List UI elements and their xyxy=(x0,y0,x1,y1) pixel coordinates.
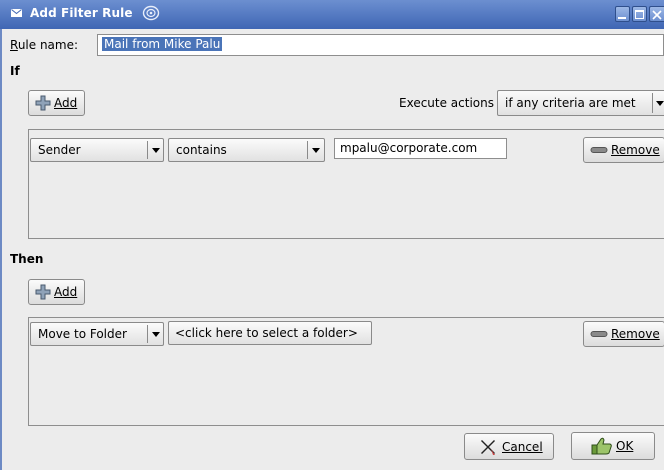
execute-actions-dropdown[interactable]: if any criteria are met xyxy=(497,90,664,116)
chevron-down-icon xyxy=(656,101,664,106)
criteria-value-field[interactable]: mpalu@corporate.com xyxy=(334,138,507,159)
close-icon xyxy=(652,10,662,20)
remove-action-button[interactable]: Remove xyxy=(583,321,664,347)
if-heading: If xyxy=(10,64,20,78)
rule-name-label-text: ule name: xyxy=(17,38,79,52)
add-action-button[interactable]: Add xyxy=(28,279,85,305)
add-icon xyxy=(35,95,51,111)
maximize-button[interactable] xyxy=(632,6,647,22)
cancel-button[interactable]: Cancel xyxy=(464,433,554,460)
minimize-icon xyxy=(618,17,626,19)
chevron-down-icon xyxy=(152,148,160,153)
execute-actions-label: Execute actions xyxy=(399,96,494,110)
dropdown-separator xyxy=(652,93,653,113)
mail-envelope-icon xyxy=(11,9,22,17)
add-criteria-button[interactable]: Add xyxy=(28,90,85,116)
action-type-value: Move to Folder xyxy=(38,327,127,341)
remove-criteria-button[interactable]: Remove xyxy=(583,137,664,163)
chevron-down-icon xyxy=(312,148,320,153)
add-criteria-label: Add xyxy=(54,96,78,110)
window-title: Add Filter Rule xyxy=(30,6,133,20)
close-button[interactable] xyxy=(649,6,664,22)
remove-criteria-label: Remove xyxy=(611,143,660,157)
rule-name-field[interactable]: Mail from Mike Palu xyxy=(97,34,664,56)
chevron-down-icon xyxy=(152,332,160,337)
dropdown-separator xyxy=(147,141,148,159)
minus-icon xyxy=(590,147,608,153)
cancel-x-icon xyxy=(481,439,495,455)
maximize-icon xyxy=(635,10,644,19)
action-type-dropdown[interactable]: Move to Folder xyxy=(30,322,164,346)
execute-actions-value: if any criteria are met xyxy=(505,96,636,110)
rule-name-mnemonic: R xyxy=(10,38,18,52)
select-folder-button[interactable]: <click here to select a folder> xyxy=(168,321,372,345)
add-icon xyxy=(35,284,51,300)
dropdown-separator xyxy=(307,141,308,159)
minus-icon xyxy=(590,331,608,337)
criteria-field-dropdown[interactable]: Sender xyxy=(30,138,164,162)
add-action-label: Add xyxy=(54,285,78,299)
ok-button[interactable]: OK xyxy=(571,432,655,460)
window-titlebar[interactable]: Add Filter Rule xyxy=(0,0,664,29)
window-border xyxy=(0,29,2,470)
criteria-operator-value: contains xyxy=(176,143,227,157)
rule-name-label: Rule name: xyxy=(10,38,78,52)
ok-label: OK xyxy=(616,439,634,453)
then-heading: Then xyxy=(10,252,44,266)
remove-action-label: Remove xyxy=(611,327,660,341)
criteria-operator-dropdown[interactable]: contains xyxy=(168,138,325,162)
criteria-value-text[interactable]: mpalu@corporate.com xyxy=(340,141,477,155)
minimize-button[interactable] xyxy=(615,6,630,22)
ok-thumbs-up-icon xyxy=(591,437,612,455)
criteria-field-value: Sender xyxy=(38,143,81,157)
dropdown-separator xyxy=(147,325,148,343)
suse-logo-icon xyxy=(142,5,160,21)
cancel-label: Cancel xyxy=(502,439,543,454)
rule-name-value[interactable]: Mail from Mike Palu xyxy=(102,37,223,51)
